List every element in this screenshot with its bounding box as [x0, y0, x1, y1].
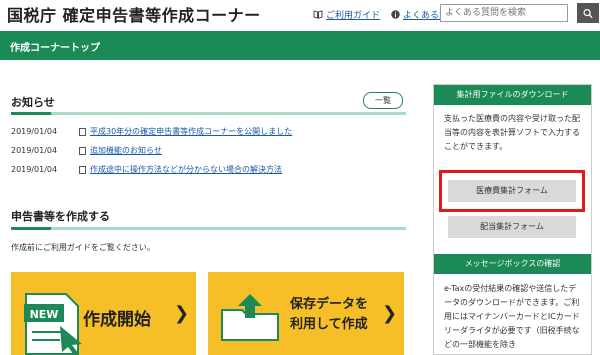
- news-list-button[interactable]: 一覧: [363, 92, 403, 109]
- news-date: 2019/01/04: [11, 165, 58, 174]
- nav-title[interactable]: 作成コーナートップ: [10, 39, 100, 54]
- folder-upload-icon: [221, 294, 279, 341]
- saved-data-label: 保存データを 利用して作成: [290, 295, 368, 335]
- news-item: 2019/01/04 作成途中に操作方法などが分からない場合の解決方法: [11, 164, 282, 175]
- info-icon: [391, 10, 400, 19]
- sidebar-panel: 集計用ファイルのダウンロード 支払った医療費の内容や受け取った配当等の内容を表計…: [433, 84, 592, 355]
- guide-link-label: ご利用ガイド: [326, 11, 381, 21]
- header: 国税庁 確定申告書等作成コーナー ご利用ガイド よくある質問: [0, 0, 600, 26]
- dividend-form-button[interactable]: 配当集計フォーム: [448, 216, 576, 238]
- new-label: NEW: [30, 308, 59, 321]
- create-title: 申告書等を作成する: [11, 210, 110, 223]
- news-title: お知らせ: [11, 96, 55, 109]
- search-input[interactable]: [440, 4, 568, 22]
- document-icon: [79, 127, 86, 136]
- saved-data-label-line1: 保存データを: [290, 297, 369, 312]
- document-icon: [79, 165, 86, 174]
- news-date: 2019/01/04: [11, 127, 58, 136]
- nav-bar: 作成コーナートップ: [0, 31, 600, 60]
- download-title: 集計用ファイルのダウンロード: [434, 85, 591, 105]
- news-date: 2019/01/04: [11, 146, 58, 155]
- search-icon: [583, 8, 593, 18]
- document-icon: [79, 146, 86, 155]
- news-item: 2019/01/04 追加機能のお知らせ: [11, 145, 162, 156]
- chevron-right-icon: ❯: [174, 303, 190, 324]
- start-create-button[interactable]: NEW 作成開始 ❯: [11, 272, 196, 355]
- saved-data-label-line2: 利用して作成: [290, 317, 368, 332]
- news-item: 2019/01/04 平成30年分の確定申告書等作成コーナーを公開しました: [11, 126, 292, 137]
- highlight-frame: [439, 170, 585, 212]
- new-document-icon: NEW: [24, 293, 82, 355]
- guide-link[interactable]: ご利用ガイド: [313, 8, 380, 21]
- chevron-right-icon: ❯: [382, 303, 398, 324]
- search-button[interactable]: [577, 3, 599, 23]
- messagebox-title: メッセージボックスの確認: [434, 254, 591, 274]
- start-create-label: 作成開始: [83, 310, 151, 330]
- create-description: 作成前にご利用ガイドをご覧ください。: [11, 243, 155, 252]
- news-link[interactable]: 作成途中に操作方法などが分からない場合の解決方法: [90, 164, 282, 175]
- download-text: 支払った医療費の内容や受け取った配当等の内容を表計算ソフトで入力することができま…: [444, 114, 580, 151]
- news-link[interactable]: 追加機能のお知らせ: [90, 145, 162, 156]
- messagebox-text: e-Taxの受付結果の確認や送信したデータのダウンロードができます。ご利用にはマ…: [444, 284, 580, 349]
- create-underline: [11, 227, 406, 230]
- news-link[interactable]: 平成30年分の確定申告書等作成コーナーを公開しました: [90, 126, 292, 137]
- book-icon: [313, 10, 323, 19]
- news-underline: [11, 112, 406, 115]
- saved-data-button[interactable]: 保存データを 利用して作成 ❯: [208, 272, 404, 355]
- site-title[interactable]: 国税庁 確定申告書等作成コーナー: [7, 2, 261, 26]
